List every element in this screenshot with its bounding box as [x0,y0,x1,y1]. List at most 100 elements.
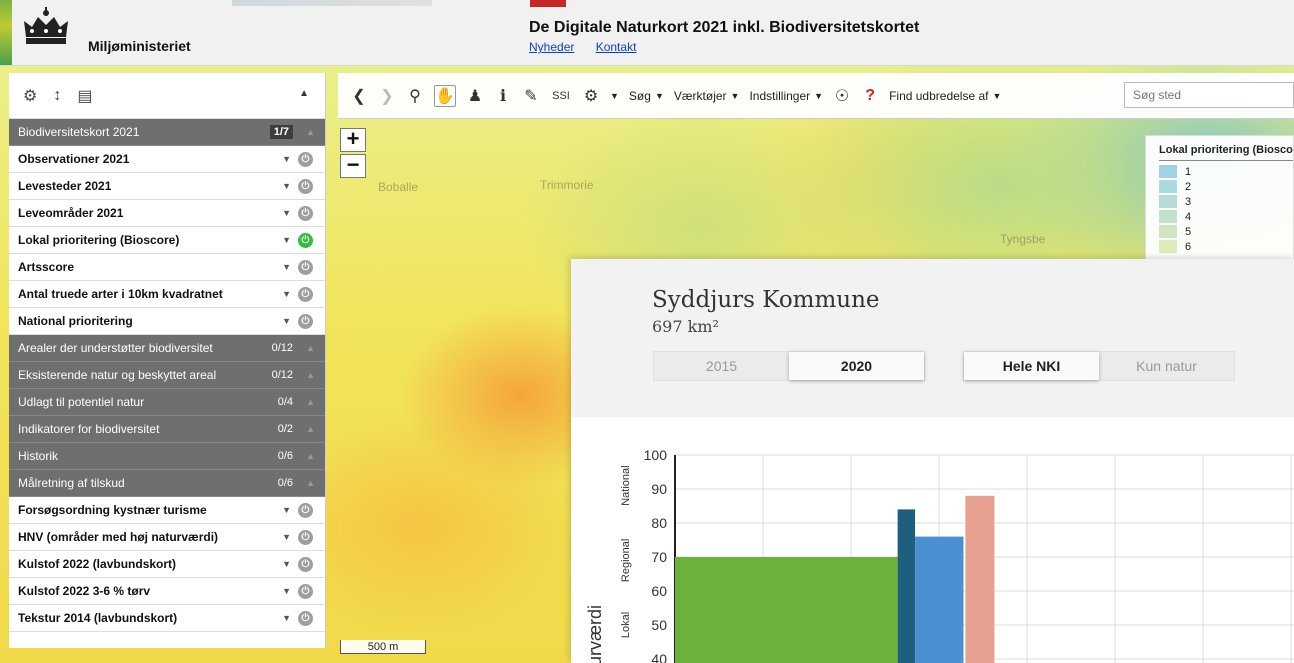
layer-item[interactable]: Observationer 2021 ▼ ⏻ [9,146,325,173]
layer-item-label: Kulstof 2022 3-6 % tørv [18,584,151,598]
zoom-out-button[interactable]: − [340,154,366,178]
layer-count-badge: 1/7 [269,125,293,139]
zoom-search-icon[interactable]: ⚲ [406,85,424,107]
layer-options-caret-icon[interactable]: ▼ [282,532,291,542]
locate-icon[interactable]: ☉ [833,85,851,107]
place-search-input[interactable]: Søg sted [1124,82,1294,108]
layer-group[interactable]: Historik 0/6 ▲ [9,443,325,470]
layer-item[interactable]: Antal truede arter i 10km kvadratnet ▼ ⏻ [9,281,325,308]
map-edge-top [232,0,432,6]
layer-group[interactable]: Biodiversitetskort 2021 1/7 ▲ [9,119,325,146]
zoom-in-button[interactable]: + [340,128,366,152]
y-tick-label: 40 [651,651,667,663]
group-collapse-icon[interactable]: ▲ [306,370,315,380]
chart-bar [965,495,995,663]
layer-group[interactable]: Målretning af tilskud 0/6 ▲ [9,470,325,497]
layer-item[interactable]: Artsscore ▼ ⏻ [9,254,325,281]
legend-title: Lokal prioritering (Bioscore) [1159,144,1294,156]
legend-label: 3 [1185,195,1192,208]
layer-item[interactable]: Kulstof 2022 3-6 % tørv ▼ ⏻ [9,578,325,605]
layer-toggle-power-icon[interactable]: ⏻ [298,206,313,221]
layer-options-caret-icon[interactable]: ▼ [282,262,291,272]
layer-toggle-power-icon[interactable]: ⏻ [298,152,313,167]
year-2020-button[interactable]: 2020 [789,352,924,380]
layer-item[interactable]: Levesteder 2021 ▼ ⏻ [9,173,325,200]
back-icon[interactable]: ❮ [350,85,368,107]
layer-group-label: Udlagt til potentiel natur [18,395,145,409]
legend-item: 6 [1159,240,1191,253]
scope-nature-only-button[interactable]: Kun natur [1099,352,1234,380]
year-2015-button[interactable]: 2015 [654,352,789,380]
help-icon[interactable]: ? [861,85,879,107]
layer-options-caret-icon[interactable]: ▼ [282,235,291,245]
walk-icon[interactable]: ♟ [466,85,484,107]
info-icon[interactable]: i [494,85,512,107]
group-collapse-icon[interactable]: ▲ [306,127,315,137]
layer-group[interactable]: Arealer der understøtter biodiversitet 0/… [9,335,325,362]
layer-toggle-power-icon[interactable]: ⏻ [298,503,313,518]
layer-item[interactable]: Leveområder 2021 ▼ ⏻ [9,200,325,227]
collapse-panel-icon[interactable]: ▲ [299,88,309,99]
layer-toggle-power-icon[interactable]: ⏻ [298,233,313,248]
group-collapse-icon[interactable]: ▲ [306,397,315,407]
coordinate-icon[interactable]: SSI [550,85,572,107]
y-tick-label: 90 [651,481,667,497]
layer-toggle-power-icon[interactable]: ⏻ [298,260,313,275]
search-menu[interactable]: Søg ▼ [629,89,664,103]
layer-item[interactable]: Lokal prioritering (Bioscore) ▼ ⏻ [9,227,325,254]
layer-group[interactable]: Eksisterende natur og beskyttet areal 0/1… [9,362,325,389]
layers-icon[interactable]: ⚙ [582,85,600,107]
settings-menu[interactable]: Indstillinger ▼ [749,89,823,103]
find-extent-menu[interactable]: Find udbredelse af ▼ [889,89,1001,103]
layers-dropdown-caret[interactable]: ▼ [610,91,619,101]
layer-item-label: Leveområder 2021 [18,206,124,220]
settings-gear-icon[interactable]: ⚙ [23,86,37,106]
layer-options-caret-icon[interactable]: ▼ [282,181,291,191]
layer-options-caret-icon[interactable]: ▼ [282,154,291,164]
contact-link[interactable]: Kontakt [596,40,637,54]
group-collapse-icon[interactable]: ▲ [306,451,315,461]
pan-hand-icon[interactable]: ✋ [434,84,456,107]
ministry-name: Miljøministeriet [88,38,191,54]
group-collapse-icon[interactable]: ▲ [306,478,315,488]
scope-all-nki-button[interactable]: Hele NKI [964,352,1099,380]
layer-options-caret-icon[interactable]: ▼ [282,316,291,326]
layer-toggle-power-icon[interactable]: ⏻ [298,179,313,194]
layer-item-label: Tekstur 2014 (lavbundskort) [18,611,178,625]
town-label: Trimmorie [540,178,594,192]
layer-toggle-power-icon[interactable]: ⏻ [298,611,313,626]
group-collapse-icon[interactable]: ▲ [306,343,315,353]
legend-item: 4 [1159,210,1191,223]
card-header: Syddjurs Kommune 697 km² 2015 2020 Hele … [571,259,1294,417]
legend-item: 3 [1159,195,1191,208]
layer-item[interactable]: Tekstur 2014 (lavbundskort) ▼ ⏻ [9,605,325,632]
layer-item[interactable]: Kulstof 2022 (lavbundskort) ▼ ⏻ [9,551,325,578]
tools-menu[interactable]: Værktøjer ▼ [674,89,740,103]
group-collapse-icon[interactable]: ▲ [306,424,315,434]
layer-toggle-power-icon[interactable]: ⏻ [298,530,313,545]
news-link[interactable]: Nyheder [529,40,574,54]
layer-group[interactable]: Indikatorer for biodiversitet 0/2 ▲ [9,416,325,443]
layer-options-caret-icon[interactable]: ▼ [282,613,291,623]
layer-item-label: HNV (områder med høj naturværdi) [18,530,219,544]
layer-options-caret-icon[interactable]: ▼ [282,586,291,596]
layer-options-caret-icon[interactable]: ▼ [282,505,291,515]
layer-toggle-power-icon[interactable]: ⏻ [298,314,313,329]
layer-count-badge: 0/6 [277,450,293,462]
layer-toggle-power-icon[interactable]: ⏻ [298,584,313,599]
expand-collapse-icon[interactable]: ↕ [53,87,61,105]
layer-item[interactable]: National prioritering ▼ ⏻ [9,308,325,335]
layer-toggle-power-icon[interactable]: ⏻ [298,557,313,572]
layer-options-caret-icon[interactable]: ▼ [282,559,291,569]
legend-label: 5 [1185,225,1192,238]
layer-options-caret-icon[interactable]: ▼ [282,208,291,218]
layer-item[interactable]: HNV (områder med høj naturværdi) ▼ ⏻ [9,524,325,551]
forward-icon[interactable]: ❯ [378,85,396,107]
measure-icon[interactable]: ✎ [522,85,540,107]
layer-toggle-power-icon[interactable]: ⏻ [298,287,313,302]
layer-item[interactable]: Forsøgsordning kystnær turisme ▼ ⏻ [9,497,325,524]
list-icon[interactable]: ▤ [77,86,92,106]
layer-group[interactable]: Udlagt til potentiel natur 0/4 ▲ [9,389,325,416]
nature-value-chart: 40 50 60 70 80 90 100 Lokal Regional National turv… [585,447,1294,663]
layer-options-caret-icon[interactable]: ▼ [282,289,291,299]
